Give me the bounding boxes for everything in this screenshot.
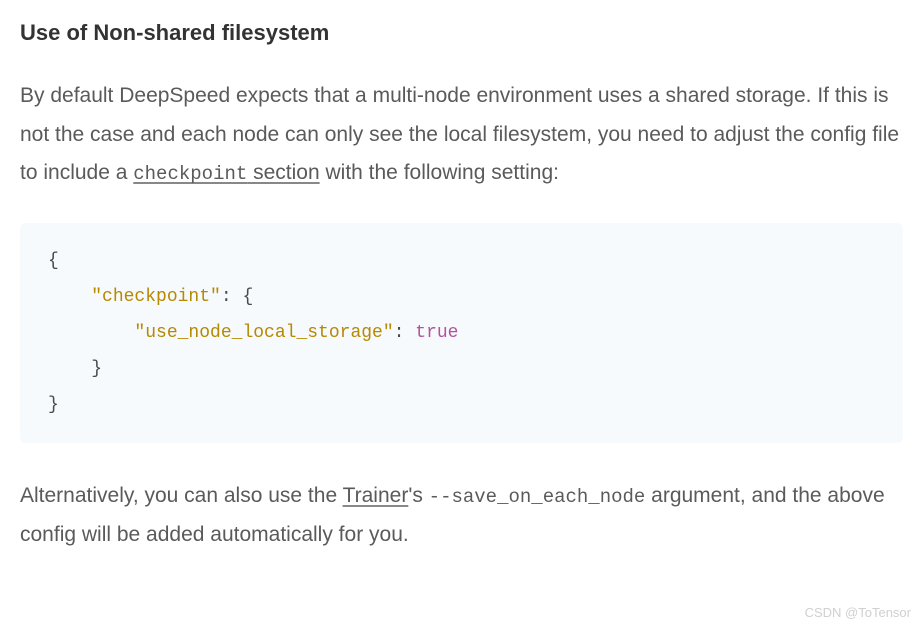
paragraph-text: Alternatively, you can also use the — [20, 484, 343, 507]
code-indent — [48, 287, 91, 307]
json-key-use-node-local-storage: "use_node_local_storage" — [134, 323, 393, 343]
watermark: CSDN @ToTensor — [805, 601, 911, 625]
json-key-checkpoint: "checkpoint" — [91, 287, 221, 307]
link-suffix: section — [247, 161, 319, 184]
code-text: : — [394, 323, 416, 343]
code-brace: } — [48, 395, 59, 415]
section-heading: Use of Non-shared filesystem — [20, 18, 903, 49]
code-text: : { — [221, 287, 253, 307]
code-brace: } — [48, 359, 102, 379]
alternative-paragraph: Alternatively, you can also use the Trai… — [20, 477, 903, 555]
json-bool-true: true — [415, 323, 458, 343]
intro-paragraph: By default DeepSpeed expects that a mult… — [20, 77, 903, 194]
paragraph-text-after: with the following setting: — [320, 161, 559, 184]
save-on-each-node-code: --save_on_each_node — [429, 486, 646, 508]
checkpoint-section-link[interactable]: checkpoint section — [133, 161, 319, 184]
code-brace: { — [48, 251, 59, 271]
trainer-link[interactable]: Trainer — [343, 484, 409, 507]
checkpoint-code: checkpoint — [133, 163, 247, 185]
paragraph-text: 's — [408, 484, 428, 507]
code-indent — [48, 323, 134, 343]
code-block: { "checkpoint": { "use_node_local_storag… — [20, 223, 903, 443]
